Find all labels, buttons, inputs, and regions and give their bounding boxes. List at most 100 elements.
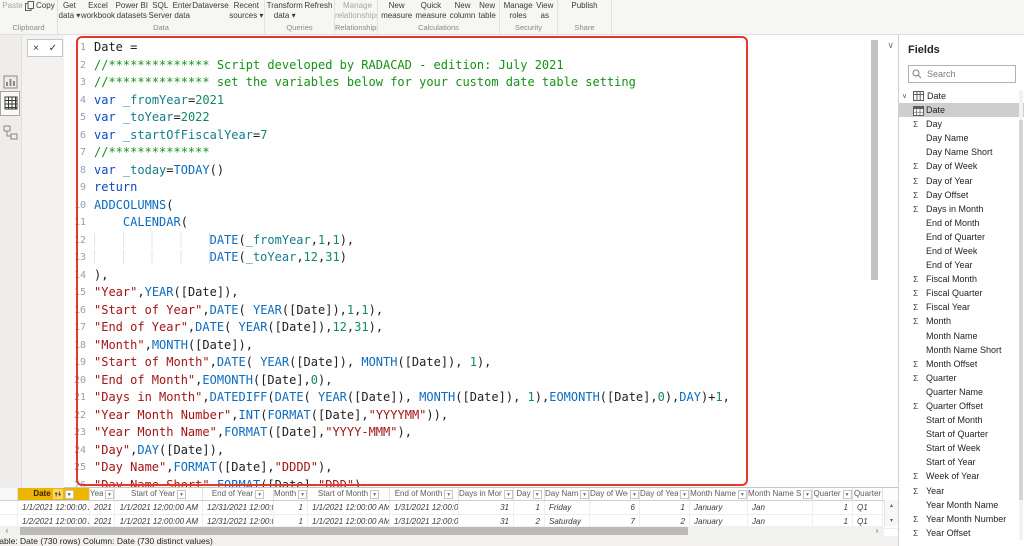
ribbon-button-transform-data[interactable]: Transformdata ▾ xyxy=(267,1,303,20)
chevron-down-icon[interactable]: ∨ xyxy=(902,92,910,100)
scroll-track[interactable] xyxy=(14,526,870,536)
field-item-end-of-year[interactable]: End of Year xyxy=(899,258,1024,272)
ribbon-button-new-table[interactable]: Newtable xyxy=(478,1,495,20)
code-line[interactable]: 2//************** Script developed by RA… xyxy=(64,57,898,75)
field-item-fiscal-year[interactable]: ΣFiscal Year xyxy=(899,300,1024,314)
grid-horizontal-scrollbar[interactable]: ‹ › xyxy=(0,526,884,536)
ribbon-button-enter-data[interactable]: Enterdata xyxy=(173,1,192,20)
scroll-up-icon[interactable]: ▴ xyxy=(890,502,893,509)
code-line[interactable]: 22"Year Month Number",INT(FORMAT([Date],… xyxy=(64,407,898,425)
field-item-start-of-week[interactable]: Start of Week xyxy=(899,441,1024,455)
column-header-month[interactable]: Month▾ xyxy=(274,488,308,500)
column-header-day-of-week[interactable]: Day of Week▾ xyxy=(590,488,640,500)
field-item-date[interactable]: Date xyxy=(899,103,1024,117)
code-line[interactable]: 8var _today=TODAY() xyxy=(64,162,898,180)
ribbon-button-get-data[interactable]: Getdata ▾ xyxy=(59,1,81,20)
filter-dropdown-icon[interactable]: ▾ xyxy=(630,490,639,499)
field-item-end-of-quarter[interactable]: End of Quarter xyxy=(899,230,1024,244)
column-header-quarter[interactable]: Quarter▾ xyxy=(813,488,853,500)
field-item-days-in-month[interactable]: ΣDays in Month xyxy=(899,202,1024,216)
ribbon-button-dataverse[interactable]: Dataverse xyxy=(192,1,228,11)
field-item-day-of-year[interactable]: ΣDay of Year xyxy=(899,173,1024,187)
scroll-thumb[interactable] xyxy=(20,527,688,535)
code-line[interactable]: 19"Start of Month",DATE( YEAR([Date]), M… xyxy=(64,354,898,372)
field-item-month-name-short[interactable]: Month Name Short xyxy=(899,343,1024,357)
field-item-year[interactable]: ΣYear xyxy=(899,484,1024,498)
column-header-day[interactable]: Day▾ xyxy=(514,488,545,500)
filter-dropdown-icon[interactable]: ▾ xyxy=(680,490,689,499)
field-item-quarter-offset[interactable]: ΣQuarter Offset xyxy=(899,399,1024,413)
commit-icon[interactable]: ✓ xyxy=(49,43,57,54)
ribbon-button-excel-workbook[interactable]: Excelworkbook xyxy=(81,1,115,20)
code-line[interactable]: 18"Month",MONTH([Date]), xyxy=(64,337,898,355)
ribbon-button-refresh[interactable]: Refresh xyxy=(304,1,332,11)
filter-dropdown-icon[interactable]: ▾ xyxy=(580,490,589,499)
scroll-right-icon[interactable]: › xyxy=(870,526,884,536)
filter-dropdown-icon[interactable]: ▾ xyxy=(444,490,453,499)
report-view-icon[interactable] xyxy=(3,75,19,91)
column-header-month-name[interactable]: Month Name▾ xyxy=(690,488,748,500)
grid-vertical-scrollbar[interactable]: ▴ ▾ xyxy=(884,500,898,526)
field-item-start-of-month[interactable]: Start of Month xyxy=(899,413,1024,427)
ribbon-button-publish[interactable]: Publish xyxy=(571,1,597,11)
dax-editor[interactable]: 1Date =2//************** Script develope… xyxy=(64,35,898,488)
filter-dropdown-icon[interactable]: ▾ xyxy=(105,490,114,499)
editor-scrollbar[interactable] xyxy=(871,40,878,280)
column-header-day-of-year[interactable]: Day of Year▾ xyxy=(640,488,690,500)
field-item-end-of-month[interactable]: End of Month xyxy=(899,216,1024,230)
code-line[interactable]: 13 DATE(_toYear,12,31) xyxy=(64,249,898,267)
field-item-end-of-week[interactable]: End of Week xyxy=(899,244,1024,258)
field-item-start-of-year[interactable]: Start of Year xyxy=(899,455,1024,469)
filter-dropdown-icon[interactable]: ▾ xyxy=(255,490,264,499)
ribbon-button-copy[interactable]: Copy xyxy=(25,1,55,11)
model-view-icon[interactable] xyxy=(3,125,19,141)
code-line[interactable]: 16"Start of Year",DATE( YEAR([Date]),1,1… xyxy=(64,302,898,320)
field-item-month-name[interactable]: Month Name xyxy=(899,329,1024,343)
cancel-icon[interactable]: × xyxy=(33,43,39,54)
code-line[interactable]: 17"End of Year",DATE( YEAR([Date]),12,31… xyxy=(64,319,898,337)
code-line[interactable]: 10ADDCOLUMNS( xyxy=(64,197,898,215)
ribbon-button-power-bi-datasets[interactable]: Power BIdatasets xyxy=(116,1,148,20)
filter-dropdown-icon[interactable]: ▾ xyxy=(298,490,307,499)
field-item-day-name[interactable]: Day Name xyxy=(899,131,1024,145)
code-line[interactable]: 9return xyxy=(64,179,898,197)
field-item-day-name-short[interactable]: Day Name Short xyxy=(899,145,1024,159)
field-item-month[interactable]: ΣMonth xyxy=(899,314,1024,328)
ribbon-button-sql-server[interactable]: SQLServer xyxy=(149,1,173,20)
data-view-icon[interactable] xyxy=(4,96,20,112)
column-header-month-name-short[interactable]: Month Name Short▾ xyxy=(748,488,813,500)
search-input[interactable] xyxy=(925,68,1015,80)
field-item-fiscal-quarter[interactable]: ΣFiscal Quarter xyxy=(899,286,1024,300)
table-node-date[interactable]: ∨ Date xyxy=(899,89,1024,103)
ribbon-button-recent-sources[interactable]: Recentsources ▾ xyxy=(229,1,263,20)
field-item-day-of-week[interactable]: ΣDay of Week xyxy=(899,159,1024,173)
code-line[interactable]: 21"Days in Month",DATEDIFF(DATE( YEAR([D… xyxy=(64,389,898,407)
column-header-days-in-month[interactable]: Days in Month▾ xyxy=(459,488,514,500)
scroll-left-icon[interactable]: ‹ xyxy=(0,526,14,536)
field-item-week-of-year[interactable]: ΣWeek of Year xyxy=(899,469,1024,483)
ribbon-button-new-measure[interactable]: Newmeasure xyxy=(381,1,412,20)
ribbon-button-view-as[interactable]: Viewas xyxy=(536,1,553,20)
field-item-start-of-quarter[interactable]: Start of Quarter xyxy=(899,427,1024,441)
field-item-day-offset[interactable]: ΣDay Offset xyxy=(899,188,1024,202)
collapse-formula-bar-icon[interactable]: ∨ xyxy=(887,40,894,51)
code-line[interactable]: 3//************** set the variables belo… xyxy=(64,74,898,92)
ribbon-button-new-column[interactable]: Newcolumn xyxy=(450,1,476,20)
field-item-year-month-number[interactable]: ΣYear Month Number xyxy=(899,512,1024,526)
fields-scrollbar[interactable] xyxy=(1019,90,1023,540)
field-item-year-offset[interactable]: ΣYear Offset xyxy=(899,526,1024,540)
filter-dropdown-icon[interactable]: ▾ xyxy=(370,490,379,499)
filter-dropdown-icon[interactable]: ▾ xyxy=(843,490,852,499)
code-line[interactable]: 25"Day Name",FORMAT([Date],"DDDD"), xyxy=(64,459,898,477)
fields-search-box[interactable] xyxy=(908,65,1016,83)
code-line[interactable]: 1Date = xyxy=(64,39,898,57)
filter-dropdown-icon[interactable]: ▾ xyxy=(504,490,513,499)
column-header-date[interactable]: Date▾ xyxy=(18,488,90,500)
filter-dropdown-icon[interactable]: ▾ xyxy=(803,490,812,499)
code-line[interactable]: 15"Year",YEAR([Date]), xyxy=(64,284,898,302)
column-header-start-of-year[interactable]: Start of Year▾ xyxy=(115,488,203,500)
column-header-year[interactable]: Year▾ xyxy=(90,488,115,500)
scroll-down-icon[interactable]: ▾ xyxy=(890,517,893,524)
code-line[interactable]: 12 DATE(_fromYear,1,1), xyxy=(64,232,898,250)
code-line[interactable]: 6var _startOfFiscalYear=7 xyxy=(64,127,898,145)
